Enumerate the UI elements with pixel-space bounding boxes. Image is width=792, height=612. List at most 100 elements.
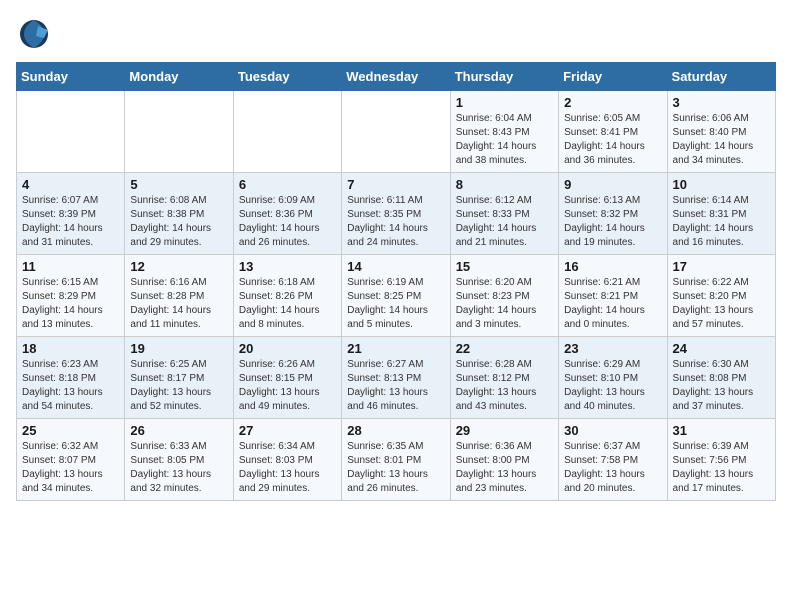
day-info: Sunrise: 6:04 AM Sunset: 8:43 PM Dayligh… — [456, 112, 553, 168]
day-info: Sunrise: 6:11 AM Sunset: 8:35 PM Dayligh… — [347, 194, 444, 250]
day-info: Sunrise: 6:06 AM Sunset: 8:40 PM Dayligh… — [673, 112, 770, 168]
day-info: Sunrise: 6:21 AM Sunset: 8:21 PM Dayligh… — [564, 276, 661, 332]
day-number: 8 — [456, 177, 553, 192]
day-info: Sunrise: 6:16 AM Sunset: 8:28 PM Dayligh… — [130, 276, 227, 332]
day-number: 25 — [22, 423, 119, 438]
day-info: Sunrise: 6:19 AM Sunset: 8:25 PM Dayligh… — [347, 276, 444, 332]
day-number: 16 — [564, 259, 661, 274]
calendar-cell — [342, 91, 450, 173]
calendar-cell: 10 Sunrise: 6:14 AM Sunset: 8:31 PM Dayli… — [667, 173, 775, 255]
day-number: 1 — [456, 95, 553, 110]
day-number: 15 — [456, 259, 553, 274]
calendar-cell: 9 Sunrise: 6:13 AM Sunset: 8:32 PM Daylig… — [559, 173, 667, 255]
calendar-cell: 19 Sunrise: 6:25 AM Sunset: 8:17 PM Dayli… — [125, 337, 233, 419]
weekday-header-friday: Friday — [559, 63, 667, 91]
day-info: Sunrise: 6:08 AM Sunset: 8:38 PM Dayligh… — [130, 194, 227, 250]
day-info: Sunrise: 6:20 AM Sunset: 8:23 PM Dayligh… — [456, 276, 553, 332]
day-number: 4 — [22, 177, 119, 192]
calendar-cell: 21 Sunrise: 6:27 AM Sunset: 8:13 PM Dayli… — [342, 337, 450, 419]
day-number: 29 — [456, 423, 553, 438]
day-info: Sunrise: 6:28 AM Sunset: 8:12 PM Dayligh… — [456, 358, 553, 414]
calendar-cell: 11 Sunrise: 6:15 AM Sunset: 8:29 PM Dayli… — [17, 255, 125, 337]
day-number: 26 — [130, 423, 227, 438]
day-number: 11 — [22, 259, 119, 274]
day-number: 19 — [130, 341, 227, 356]
day-number: 28 — [347, 423, 444, 438]
calendar-cell: 27 Sunrise: 6:34 AM Sunset: 8:03 PM Dayli… — [233, 419, 341, 501]
calendar-cell: 20Sunrise: 6:26 AM Sunset: 8:15 PM Dayli… — [233, 337, 341, 419]
day-info: Sunrise: 6:39 AM Sunset: 7:56 PM Dayligh… — [673, 440, 770, 496]
calendar-cell: 26 Sunrise: 6:33 AM Sunset: 8:05 PM Dayli… — [125, 419, 233, 501]
calendar-cell: 8 Sunrise: 6:12 AM Sunset: 8:33 PM Daylig… — [450, 173, 558, 255]
calendar-cell: 16 Sunrise: 6:21 AM Sunset: 8:21 PM Dayli… — [559, 255, 667, 337]
day-info: Sunrise: 6:30 AM Sunset: 8:08 PM Dayligh… — [673, 358, 770, 414]
day-info: Sunrise: 6:25 AM Sunset: 8:17 PM Dayligh… — [130, 358, 227, 414]
day-info: Sunrise: 6:05 AM Sunset: 8:41 PM Dayligh… — [564, 112, 661, 168]
calendar-cell: 22Sunrise: 6:28 AM Sunset: 8:12 PM Dayli… — [450, 337, 558, 419]
day-info: Sunrise: 6:13 AM Sunset: 8:32 PM Dayligh… — [564, 194, 661, 250]
calendar-cell: 2 Sunrise: 6:05 AM Sunset: 8:41 PM Daylig… — [559, 91, 667, 173]
day-number: 21 — [347, 341, 444, 356]
day-number: 27 — [239, 423, 336, 438]
calendar-cell: 13 Sunrise: 6:18 AM Sunset: 8:26 PM Dayli… — [233, 255, 341, 337]
day-number: 31 — [673, 423, 770, 438]
day-info: Sunrise: 6:15 AM Sunset: 8:29 PM Dayligh… — [22, 276, 119, 332]
day-number: 18 — [22, 341, 119, 356]
day-number: 10 — [673, 177, 770, 192]
calendar-cell: 7 Sunrise: 6:11 AM Sunset: 8:35 PM Daylig… — [342, 173, 450, 255]
day-number: 30 — [564, 423, 661, 438]
day-info: Sunrise: 6:36 AM Sunset: 8:00 PM Dayligh… — [456, 440, 553, 496]
day-info: Sunrise: 6:12 AM Sunset: 8:33 PM Dayligh… — [456, 194, 553, 250]
day-number: 23 — [564, 341, 661, 356]
day-number: 7 — [347, 177, 444, 192]
day-info: Sunrise: 6:22 AM Sunset: 8:20 PM Dayligh… — [673, 276, 770, 332]
weekday-header-sunday: Sunday — [17, 63, 125, 91]
day-info: Sunrise: 6:14 AM Sunset: 8:31 PM Dayligh… — [673, 194, 770, 250]
day-number: 5 — [130, 177, 227, 192]
calendar-cell — [17, 91, 125, 173]
day-info: Sunrise: 6:37 AM Sunset: 7:58 PM Dayligh… — [564, 440, 661, 496]
weekday-header-wednesday: Wednesday — [342, 63, 450, 91]
day-info: Sunrise: 6:23 AM Sunset: 8:18 PM Dayligh… — [22, 358, 119, 414]
calendar-cell: 4 Sunrise: 6:07 AM Sunset: 8:39 PM Daylig… — [17, 173, 125, 255]
day-number: 9 — [564, 177, 661, 192]
weekday-header-saturday: Saturday — [667, 63, 775, 91]
calendar-cell: 12 Sunrise: 6:16 AM Sunset: 8:28 PM Dayli… — [125, 255, 233, 337]
page-header — [16, 16, 776, 52]
day-info: Sunrise: 6:07 AM Sunset: 8:39 PM Dayligh… — [22, 194, 119, 250]
calendar-cell: 23 Sunrise: 6:29 AM Sunset: 8:10 PM Dayli… — [559, 337, 667, 419]
day-number: 2 — [564, 95, 661, 110]
day-number: 24 — [673, 341, 770, 356]
day-info: Sunrise: 6:29 AM Sunset: 8:10 PM Dayligh… — [564, 358, 661, 414]
day-number: 14 — [347, 259, 444, 274]
calendar-cell: 1 Sunrise: 6:04 AM Sunset: 8:43 PM Daylig… — [450, 91, 558, 173]
calendar-cell — [233, 91, 341, 173]
day-info: Sunrise: 6:09 AM Sunset: 8:36 PM Dayligh… — [239, 194, 336, 250]
calendar-cell: 18 Sunrise: 6:23 AM Sunset: 8:18 PM Dayli… — [17, 337, 125, 419]
weekday-header-monday: Monday — [125, 63, 233, 91]
weekday-header-tuesday: Tuesday — [233, 63, 341, 91]
day-info: Sunrise: 6:27 AM Sunset: 8:13 PM Dayligh… — [347, 358, 444, 414]
day-info: Sunrise: 6:18 AM Sunset: 8:26 PM Dayligh… — [239, 276, 336, 332]
day-info: Sunrise: 6:33 AM Sunset: 8:05 PM Dayligh… — [130, 440, 227, 496]
calendar-cell: 17 Sunrise: 6:22 AM Sunset: 8:20 PM Dayli… — [667, 255, 775, 337]
weekday-header-thursday: Thursday — [450, 63, 558, 91]
day-info: Sunrise: 6:32 AM Sunset: 8:07 PM Dayligh… — [22, 440, 119, 496]
calendar-cell: 24 Sunrise: 6:30 AM Sunset: 8:08 PM Dayli… — [667, 337, 775, 419]
calendar-cell: 31 Sunrise: 6:39 AM Sunset: 7:56 PM Dayli… — [667, 419, 775, 501]
calendar-cell: 29 Sunrise: 6:36 AM Sunset: 8:00 PM Dayli… — [450, 419, 558, 501]
day-number: 12 — [130, 259, 227, 274]
day-info: Sunrise: 6:26 AM Sunset: 8:15 PM Dayligh… — [239, 358, 336, 414]
day-info: Sunrise: 6:34 AM Sunset: 8:03 PM Dayligh… — [239, 440, 336, 496]
day-number: 17 — [673, 259, 770, 274]
day-number: 6 — [239, 177, 336, 192]
calendar-cell: 25 Sunrise: 6:32 AM Sunset: 8:07 PM Dayli… — [17, 419, 125, 501]
calendar-cell: 5 Sunrise: 6:08 AM Sunset: 8:38 PM Daylig… — [125, 173, 233, 255]
calendar-table: SundayMondayTuesdayWednesdayThursdayFrid… — [16, 62, 776, 501]
calendar-cell: 14 Sunrise: 6:19 AM Sunset: 8:25 PM Dayli… — [342, 255, 450, 337]
day-number: 3 — [673, 95, 770, 110]
calendar-cell: 28 Sunrise: 6:35 AM Sunset: 8:01 PM Dayli… — [342, 419, 450, 501]
day-number: 13 — [239, 259, 336, 274]
calendar-cell: 6 Sunrise: 6:09 AM Sunset: 8:36 PM Daylig… — [233, 173, 341, 255]
day-info: Sunrise: 6:35 AM Sunset: 8:01 PM Dayligh… — [347, 440, 444, 496]
